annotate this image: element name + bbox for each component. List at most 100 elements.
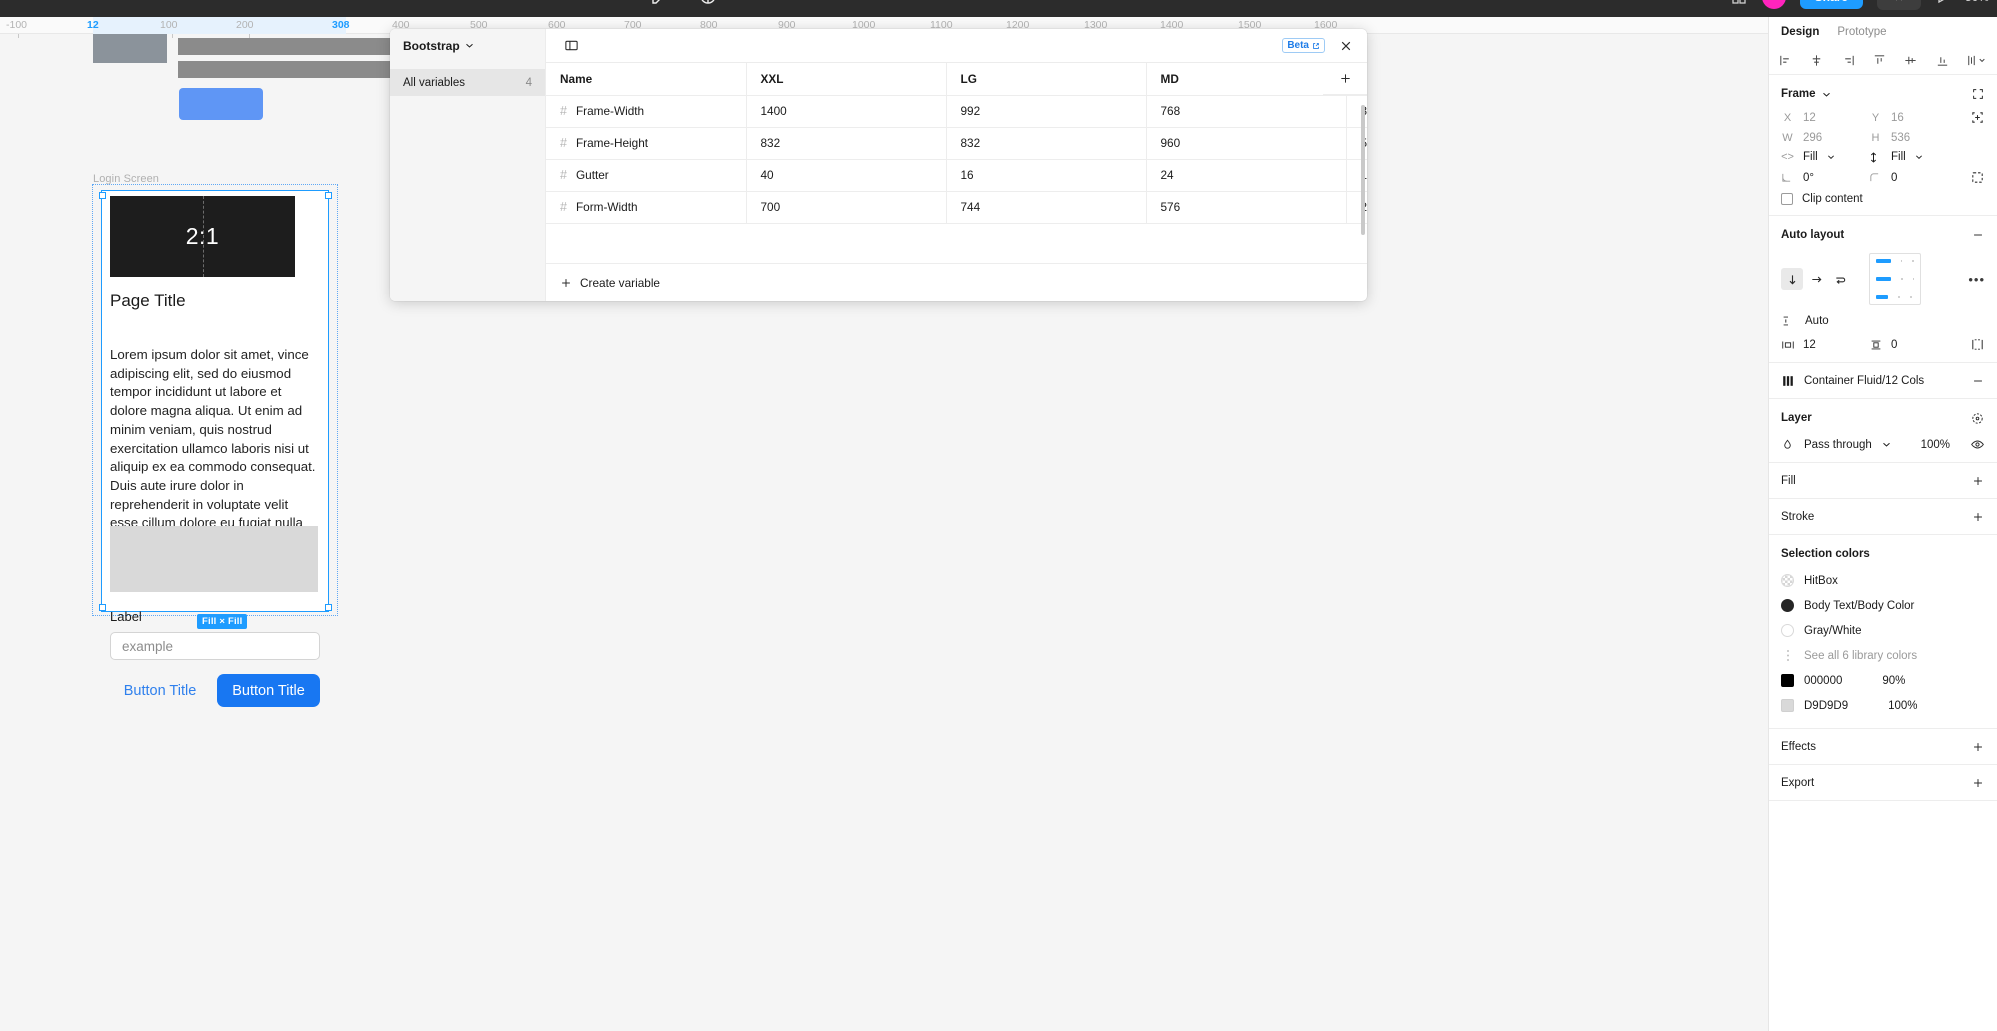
- canvas-blue-block[interactable]: [179, 88, 263, 120]
- direction-vertical-button[interactable]: [1781, 268, 1803, 290]
- dev-mode-toggle[interactable]: [1876, 0, 1921, 10]
- align-bottom-icon[interactable]: [1935, 53, 1950, 68]
- avatar[interactable]: C: [1761, 0, 1786, 9]
- independent-corners-icon[interactable]: [1957, 170, 1985, 185]
- selection-color-item[interactable]: Body Text/Body Color: [1781, 593, 1985, 618]
- variables-table-wrapper[interactable]: Name XXL LG MD XXS # Frame-W: [546, 63, 1367, 263]
- tab-design[interactable]: Design: [1781, 26, 1819, 38]
- clip-content-row[interactable]: Clip content: [1781, 193, 1985, 205]
- resize-handle-bottom-right[interactable]: [325, 604, 332, 611]
- close-icon[interactable]: [1335, 35, 1357, 57]
- height-field[interactable]: H 536: [1869, 132, 1957, 144]
- rotation-field[interactable]: 0°: [1781, 172, 1869, 184]
- table-scrollbar[interactable]: [1361, 105, 1365, 235]
- variable-value-lg[interactable]: 992: [946, 95, 1147, 128]
- vertical-resizing-field[interactable]: Fill: [1869, 151, 1957, 163]
- variables-modal[interactable]: Bootstrap Beta All variables 4 Name XXL …: [390, 29, 1367, 301]
- pages-icon[interactable]: [1730, 0, 1748, 6]
- align-left-icon[interactable]: [1778, 53, 1793, 68]
- table-row[interactable]: # Frame-Height 832 832 960 568: [546, 127, 1367, 160]
- primary-button[interactable]: Button Title: [217, 674, 320, 707]
- resize-handle-top-left[interactable]: [99, 192, 106, 199]
- toggle-sidebar-icon[interactable]: [560, 35, 582, 57]
- design-tools-icon[interactable]: [650, 0, 670, 6]
- vertical-padding-field[interactable]: 0: [1869, 339, 1957, 351]
- layer-settings-icon[interactable]: [1970, 411, 1985, 426]
- share-button[interactable]: Share: [1799, 0, 1863, 9]
- horizontal-padding-field[interactable]: 12: [1781, 339, 1869, 351]
- variable-value-xxl[interactable]: 40: [746, 159, 947, 192]
- tab-prototype[interactable]: Prototype: [1837, 26, 1886, 38]
- add-effect-button[interactable]: [1971, 740, 1985, 754]
- variable-value-xxl[interactable]: 700: [746, 191, 947, 224]
- x-field[interactable]: X 12: [1781, 112, 1869, 124]
- individual-padding-icon[interactable]: [1957, 337, 1985, 352]
- image-placeholder[interactable]: [110, 526, 318, 592]
- selection-color-item[interactable]: Gray/White: [1781, 618, 1985, 643]
- remove-auto-layout-icon[interactable]: [1971, 228, 1985, 242]
- sidebar-item-all-variables[interactable]: All variables 4: [390, 69, 545, 96]
- alignment-grid[interactable]: [1869, 253, 1921, 305]
- table-row[interactable]: # Gutter 40 16 24 12: [546, 159, 1367, 192]
- variable-value-md[interactable]: 576: [1146, 191, 1347, 224]
- canvas-gray-block[interactable]: [93, 34, 167, 63]
- spacing-mode-row[interactable]: Auto: [1781, 314, 1985, 328]
- width-field[interactable]: W 296: [1781, 132, 1869, 144]
- auto-layout-more-options-icon[interactable]: •••: [1968, 272, 1985, 287]
- variable-value-xxl[interactable]: 832: [746, 127, 947, 160]
- variable-value-md[interactable]: 768: [1146, 95, 1347, 128]
- body-copy[interactable]: Lorem ipsum dolor sit amet, vince adipis…: [110, 346, 318, 552]
- see-all-library-colors[interactable]: See all 6 library colors: [1781, 643, 1985, 668]
- y-field[interactable]: Y 16: [1869, 112, 1957, 124]
- distribute-menu-icon[interactable]: [1966, 53, 1988, 68]
- collapse-expand-icon[interactable]: [1971, 87, 1985, 101]
- variable-value-lg[interactable]: 16: [946, 159, 1147, 192]
- align-right-icon[interactable]: [1841, 53, 1856, 68]
- opacity-value[interactable]: 100%: [1921, 439, 1950, 451]
- present-play-icon[interactable]: [1935, 0, 1951, 5]
- visibility-eye-icon[interactable]: [1970, 437, 1985, 452]
- blend-mode-value[interactable]: Pass through: [1804, 439, 1872, 451]
- add-column-button[interactable]: [1323, 63, 1367, 95]
- add-stroke-button[interactable]: [1971, 510, 1985, 524]
- align-horizontal-center-icon[interactable]: [1809, 53, 1824, 68]
- chevron-down-icon[interactable]: [1822, 90, 1831, 99]
- resize-handle-top-right[interactable]: [325, 192, 332, 199]
- absolute-position-icon[interactable]: [1957, 110, 1985, 125]
- resize-handle-bottom-left[interactable]: [99, 604, 106, 611]
- chevron-down-icon[interactable]: [1882, 440, 1891, 449]
- secondary-button[interactable]: Button Title: [110, 674, 210, 707]
- shape-tool-icon[interactable]: [746, 0, 766, 6]
- raw-color-item[interactable]: 000000 90%: [1781, 668, 1985, 693]
- direction-wrap-button[interactable]: [1829, 268, 1851, 290]
- variable-value-lg[interactable]: 744: [946, 191, 1147, 224]
- clip-content-checkbox[interactable]: [1781, 193, 1793, 205]
- column-header-md[interactable]: MD: [1146, 63, 1347, 96]
- example-input[interactable]: example: [110, 632, 320, 660]
- page-title[interactable]: Page Title: [110, 291, 186, 311]
- remove-layout-grid-icon[interactable]: [1971, 374, 1985, 388]
- horizontal-resizing-field[interactable]: <> Fill: [1781, 151, 1869, 163]
- column-header-lg[interactable]: LG: [946, 63, 1147, 96]
- variable-value-md[interactable]: 960: [1146, 127, 1347, 160]
- variable-value-xxl[interactable]: 1400: [746, 95, 947, 128]
- add-fill-button[interactable]: [1971, 474, 1985, 488]
- layout-grid-section[interactable]: Container Fluid/12 Cols: [1769, 363, 1997, 399]
- column-header-xxl[interactable]: XXL: [746, 63, 947, 96]
- variable-value-md[interactable]: 24: [1146, 159, 1347, 192]
- collection-selector[interactable]: Bootstrap: [390, 29, 546, 63]
- table-row[interactable]: # Form-Width 700 744 576 272: [546, 191, 1367, 224]
- align-vertical-center-icon[interactable]: [1903, 53, 1918, 68]
- selection-color-item[interactable]: HitBox: [1781, 568, 1985, 593]
- column-header-name[interactable]: Name: [546, 63, 747, 96]
- move-tool-icon[interactable]: [698, 0, 718, 6]
- corner-radius-field[interactable]: 0: [1869, 172, 1957, 184]
- add-export-button[interactable]: [1971, 776, 1985, 790]
- zoom-level[interactable]: 50%: [1965, 0, 1989, 4]
- table-row[interactable]: # Frame-Width 1400 992 768 320: [546, 95, 1367, 128]
- direction-horizontal-button[interactable]: [1805, 268, 1827, 290]
- align-top-icon[interactable]: [1872, 53, 1887, 68]
- hero-image-placeholder[interactable]: 2:1: [110, 196, 295, 277]
- raw-color-item[interactable]: D9D9D9 100%: [1781, 693, 1985, 718]
- beta-badge[interactable]: Beta: [1282, 38, 1325, 53]
